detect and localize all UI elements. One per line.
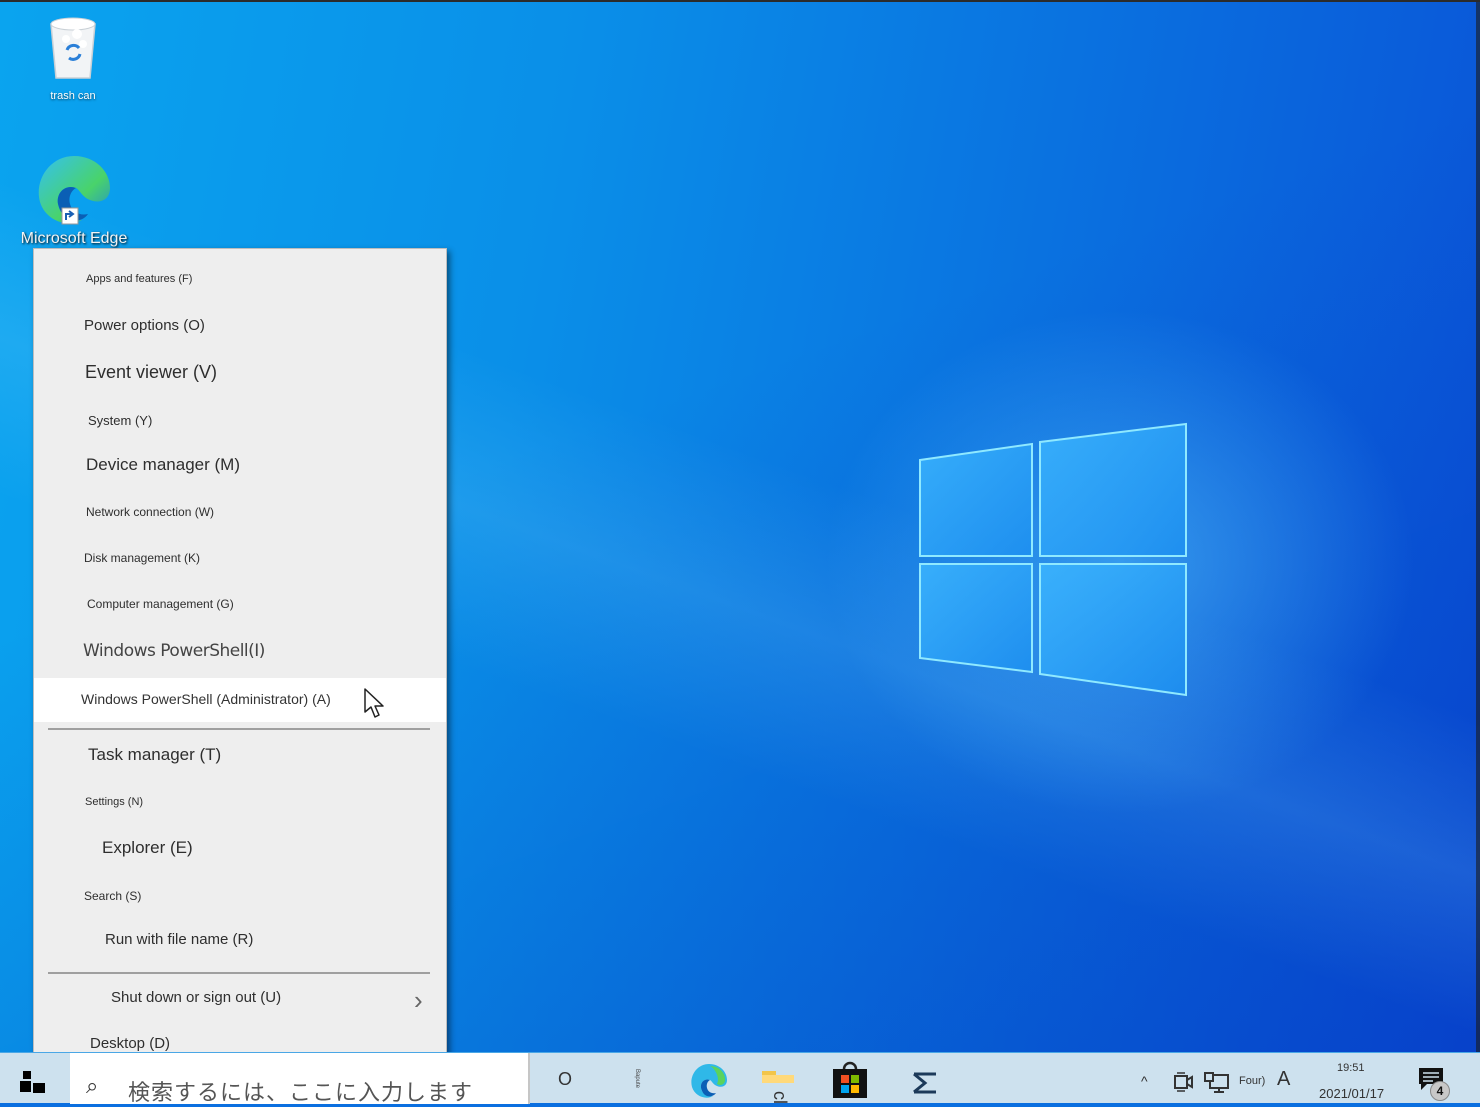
winx-context-menu: Apps and features (F) Power options (O) …: [33, 248, 447, 1086]
taskbar-mail-icon[interactable]: [912, 1071, 938, 1095]
desktop-icon-microsoft-edge[interactable]: Microsoft Edge: [12, 154, 136, 248]
menu-item-event-viewer[interactable]: Event viewer (V): [34, 362, 446, 388]
edge-icon: [38, 156, 110, 225]
start-button[interactable]: [18, 1071, 48, 1095]
mouse-cursor-icon: [364, 688, 384, 718]
search-icon: ⌕: [86, 1073, 99, 1098]
taskbar: ⌕ 検索するには、ここに入力します O Bapute cl ^ Four) A …: [0, 1052, 1480, 1105]
screen-edge: [1476, 2, 1480, 1054]
taskbar-search-box[interactable]: ⌕ 検索するには、ここに入力します: [70, 1053, 530, 1105]
menu-item-computer-management[interactable]: Computer management (G): [34, 597, 446, 617]
taskbar-edge-icon[interactable]: [690, 1063, 728, 1099]
svg-text:cl: cl: [770, 1091, 790, 1104]
menu-item-windows-powershell[interactable]: Windows PowerShell(I): [34, 641, 446, 667]
ime-indicator[interactable]: Four): [1239, 1075, 1265, 1087]
show-hidden-icons-button[interactable]: ^: [1141, 1073, 1148, 1089]
microsoft-edge-label: Microsoft Edge: [20, 230, 128, 247]
clock-date[interactable]: 2021/01/17: [1319, 1086, 1384, 1101]
menu-item-device-manager[interactable]: Device manager (M): [34, 455, 446, 481]
menu-item-settings[interactable]: Settings (N): [34, 796, 446, 816]
menu-item-shut-down-or-sign-out[interactable]: Shut down or sign out (U) ›: [34, 985, 446, 1015]
menu-item-run[interactable]: Run with file name (R): [34, 931, 446, 957]
search-placeholder: 検索するには、ここに入力します: [128, 1080, 474, 1105]
cortana-button[interactable]: O: [558, 1069, 572, 1090]
taskbar-file-explorer-icon[interactable]: cl: [762, 1069, 796, 1105]
menu-item-power-options[interactable]: Power options (O): [34, 317, 446, 341]
menu-item-system[interactable]: System (Y): [34, 413, 446, 433]
menu-item-search[interactable]: Search (S): [34, 889, 446, 909]
action-center-button[interactable]: 4: [1418, 1067, 1454, 1101]
windows-logo-wallpaper: [919, 422, 1187, 697]
menu-item-explorer[interactable]: Explorer (E): [34, 838, 446, 864]
chevron-right-icon: ›: [414, 985, 423, 1015]
recycle-bin-icon: [50, 17, 96, 79]
network-icon[interactable]: [1204, 1072, 1230, 1094]
notification-count-badge: 4: [1430, 1081, 1450, 1101]
menu-item-task-manager[interactable]: Task manager (T): [34, 745, 446, 771]
meet-now-icon[interactable]: [1174, 1071, 1194, 1093]
menu-separator: [48, 972, 430, 974]
clock-time[interactable]: 19:51: [1337, 1062, 1365, 1074]
menu-item-disk-management[interactable]: Disk management (K): [34, 551, 446, 571]
ime-mode-indicator[interactable]: A: [1277, 1068, 1290, 1091]
menu-item-network-connection[interactable]: Network connection (W): [34, 505, 446, 525]
menu-item-apps-and-features[interactable]: Apps and features (F): [34, 273, 446, 293]
task-view-button[interactable]: Bapute: [626, 1065, 644, 1093]
desktop-icon-trash-can[interactable]: trash can: [30, 14, 116, 102]
taskbar-microsoft-store-icon[interactable]: [832, 1061, 868, 1099]
menu-separator: [48, 728, 430, 730]
trash-can-label: trash can: [50, 90, 96, 102]
